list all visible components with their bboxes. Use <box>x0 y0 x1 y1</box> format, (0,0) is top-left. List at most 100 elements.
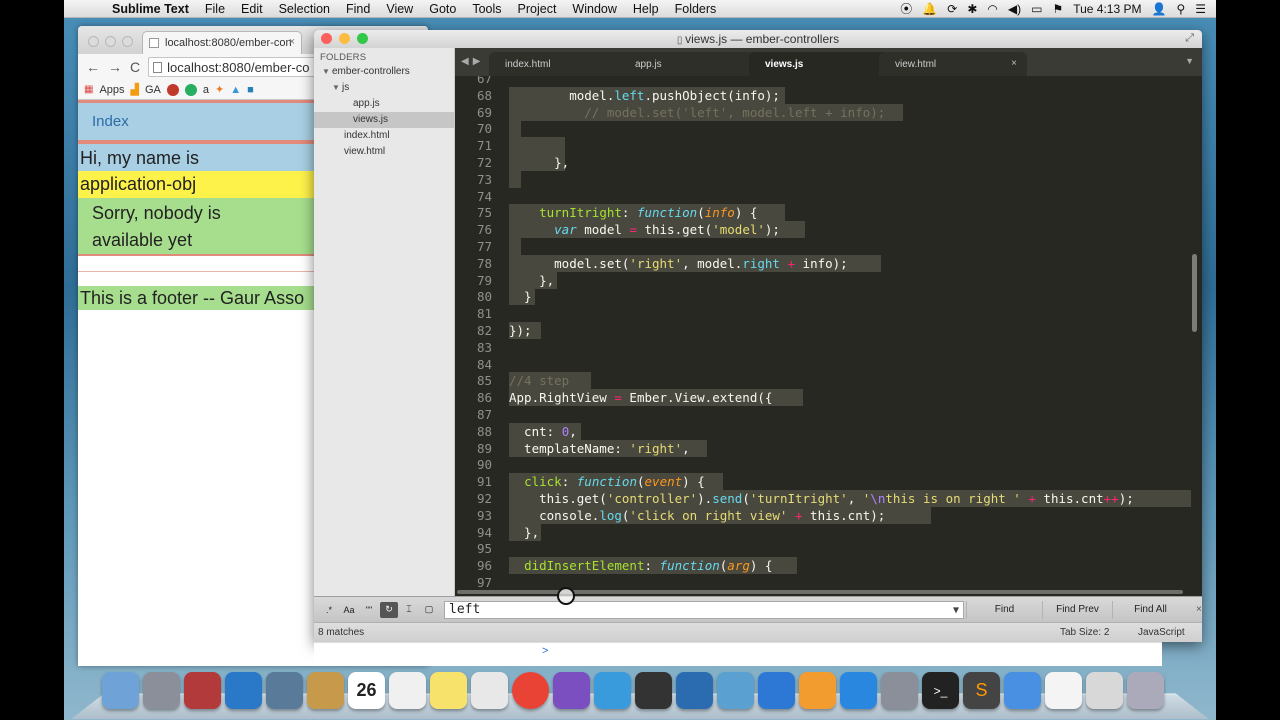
stickies-icon[interactable] <box>430 672 467 709</box>
bookmark-blue-icon[interactable]: ■ <box>247 84 254 96</box>
regex-toggle[interactable]: .* <box>320 602 338 618</box>
menu-tools[interactable]: Tools <box>464 2 509 16</box>
find-panel-close-icon[interactable]: × <box>1196 604 1202 615</box>
calendar-icon[interactable]: 26 <box>348 672 385 709</box>
sidebar-file-views-js[interactable]: views.js <box>314 112 454 128</box>
bookmark-puzzle-icon[interactable]: ✦ <box>215 83 224 96</box>
menu-help[interactable]: Help <box>625 2 667 16</box>
tab-size-selector[interactable]: Tab Size: 2 <box>1060 627 1109 638</box>
messages-icon[interactable] <box>594 672 631 709</box>
browser-zoom-button[interactable] <box>122 36 133 47</box>
find-button[interactable]: Find <box>966 600 1042 619</box>
sidebar-file-app-js[interactable]: app.js <box>314 96 454 112</box>
finder-icon[interactable] <box>102 672 139 709</box>
reload-icon[interactable]: C <box>130 59 140 75</box>
bookmark-s-icon[interactable] <box>184 83 197 96</box>
menu-view[interactable]: View <box>378 2 421 16</box>
case-sensitive-toggle[interactable]: Aa <box>340 602 358 618</box>
sublime-icon[interactable]: S <box>963 672 1000 709</box>
facetime-icon[interactable] <box>635 672 672 709</box>
menu-find[interactable]: Find <box>338 2 378 16</box>
menu-selection[interactable]: Selection <box>271 2 338 16</box>
menu-edit[interactable]: Edit <box>233 2 271 16</box>
app-store-icon[interactable] <box>840 672 877 709</box>
contacts-icon[interactable] <box>307 672 344 709</box>
browser-minimize-button[interactable] <box>105 36 116 47</box>
quicktime-icon[interactable] <box>1004 672 1041 709</box>
menu-folders[interactable]: Folders <box>667 2 725 16</box>
syntax-selector[interactable]: JavaScript <box>1138 627 1185 638</box>
clock[interactable]: Tue 4:13 PM <box>1073 2 1141 16</box>
volume-icon[interactable]: ◀) <box>1008 2 1021 16</box>
find-prev-button[interactable]: Find Prev <box>1042 600 1112 619</box>
sidebar-file-index-html[interactable]: index.html <box>314 128 454 144</box>
bookmark-apps[interactable]: Apps <box>99 84 124 96</box>
disclosure-triangle-icon[interactable]: ▼ <box>322 64 332 80</box>
record-icon[interactable]: ⦿ <box>900 0 912 17</box>
photo-booth-icon[interactable] <box>184 672 221 709</box>
notification-center-icon[interactable]: ☰ <box>1195 2 1206 16</box>
bookmark-r-icon[interactable] <box>166 83 179 96</box>
itunes-icon[interactable] <box>758 672 795 709</box>
bookmark-ga[interactable]: GA <box>145 84 161 96</box>
menu-goto[interactable]: Goto <box>421 2 464 16</box>
highlight-matches-toggle-icon[interactable]: ▢ <box>420 602 438 618</box>
notification-bell-icon[interactable]: 🔔 <box>922 2 937 16</box>
devtools-console[interactable]: > <box>314 642 1162 666</box>
sync-icon[interactable]: ⟳ <box>947 2 957 16</box>
in-selection-toggle-icon[interactable]: ⌶ <box>400 602 418 618</box>
apps-grid-icon[interactable]: ▦ <box>84 84 93 95</box>
preview-icon[interactable] <box>266 672 303 709</box>
chrome-icon[interactable] <box>512 672 549 709</box>
find-all-button[interactable]: Find All <box>1112 600 1188 619</box>
bookmark-amazon-icon[interactable]: a <box>203 84 209 96</box>
wrap-toggle-icon[interactable]: ↻ <box>380 601 398 618</box>
terminal-icon[interactable]: >_ <box>922 672 959 709</box>
tab-close-icon[interactable]: × <box>289 36 295 48</box>
vertical-scrollbar[interactable] <box>1192 254 1197 332</box>
document-icon[interactable] <box>1045 672 1082 709</box>
tab-app-js[interactable]: app.js × <box>619 52 767 76</box>
code-editor[interactable]: 67 68 69 70 71 72 73 74 75 76 77 78 79 80 81 82 83 84 85 86… <box>455 76 1202 588</box>
system-preferences-icon[interactable] <box>881 672 918 709</box>
ibooks-icon[interactable] <box>799 672 836 709</box>
sublime-zoom-button[interactable] <box>357 33 368 44</box>
battery-icon[interactable]: ▭ <box>1031 2 1042 16</box>
menu-file[interactable]: File <box>197 2 233 16</box>
tab-close-icon[interactable]: × <box>1011 58 1017 69</box>
sublime-close-button[interactable] <box>321 33 332 44</box>
flag-icon[interactable]: ⚑ <box>1052 2 1063 16</box>
wifi-icon[interactable]: ◠ <box>987 2 997 16</box>
preview-pdf-icon[interactable] <box>471 672 508 709</box>
menu-window[interactable]: Window <box>564 2 624 16</box>
launchpad-icon[interactable] <box>143 672 180 709</box>
browser-close-button[interactable] <box>88 36 99 47</box>
sidebar-folder-root[interactable]: ▼ ember-controllers <box>314 64 454 80</box>
bluetooth-icon[interactable]: ✱ <box>967 2 977 16</box>
analytics-icon[interactable]: ▟ <box>131 83 139 96</box>
user-icon[interactable]: 👤 <box>1151 2 1166 16</box>
tab-views-js[interactable]: views.js × <box>749 52 897 76</box>
tab-index-html[interactable]: index.html × <box>489 52 637 76</box>
sidebar-folder-js[interactable]: ▼ js <box>314 80 454 96</box>
safari-icon[interactable] <box>225 672 262 709</box>
bookmark-drive-icon[interactable]: ▲ <box>230 84 241 96</box>
forward-arrow-icon[interactable]: → <box>108 59 122 75</box>
tab-navigation-arrows-icon[interactable]: ◀▶ <box>461 56 484 67</box>
find-history-dropdown-icon[interactable]: ▼ <box>953 603 959 619</box>
sublime-minimize-button[interactable] <box>339 33 350 44</box>
tab-menu-icon[interactable]: ▼ <box>1185 56 1194 66</box>
finder-window-icon[interactable] <box>1086 672 1123 709</box>
back-arrow-icon[interactable]: ← <box>86 59 100 75</box>
disclosure-triangle-icon[interactable]: ▼ <box>332 80 342 96</box>
browser-tab[interactable]: localhost:8080/ember-con × <box>142 31 302 54</box>
tab-view-html[interactable]: view.html × <box>879 52 1027 76</box>
iphoto-icon[interactable] <box>717 672 754 709</box>
spotlight-search-icon[interactable]: ⚲ <box>1176 2 1185 16</box>
firefox-icon[interactable] <box>553 672 590 709</box>
menu-project[interactable]: Project <box>510 2 565 16</box>
menu-app-name[interactable]: Sublime Text <box>104 2 197 16</box>
reminders-icon[interactable] <box>389 672 426 709</box>
sidebar-file-view-html[interactable]: view.html <box>314 144 454 160</box>
trash-icon[interactable] <box>1127 672 1164 709</box>
